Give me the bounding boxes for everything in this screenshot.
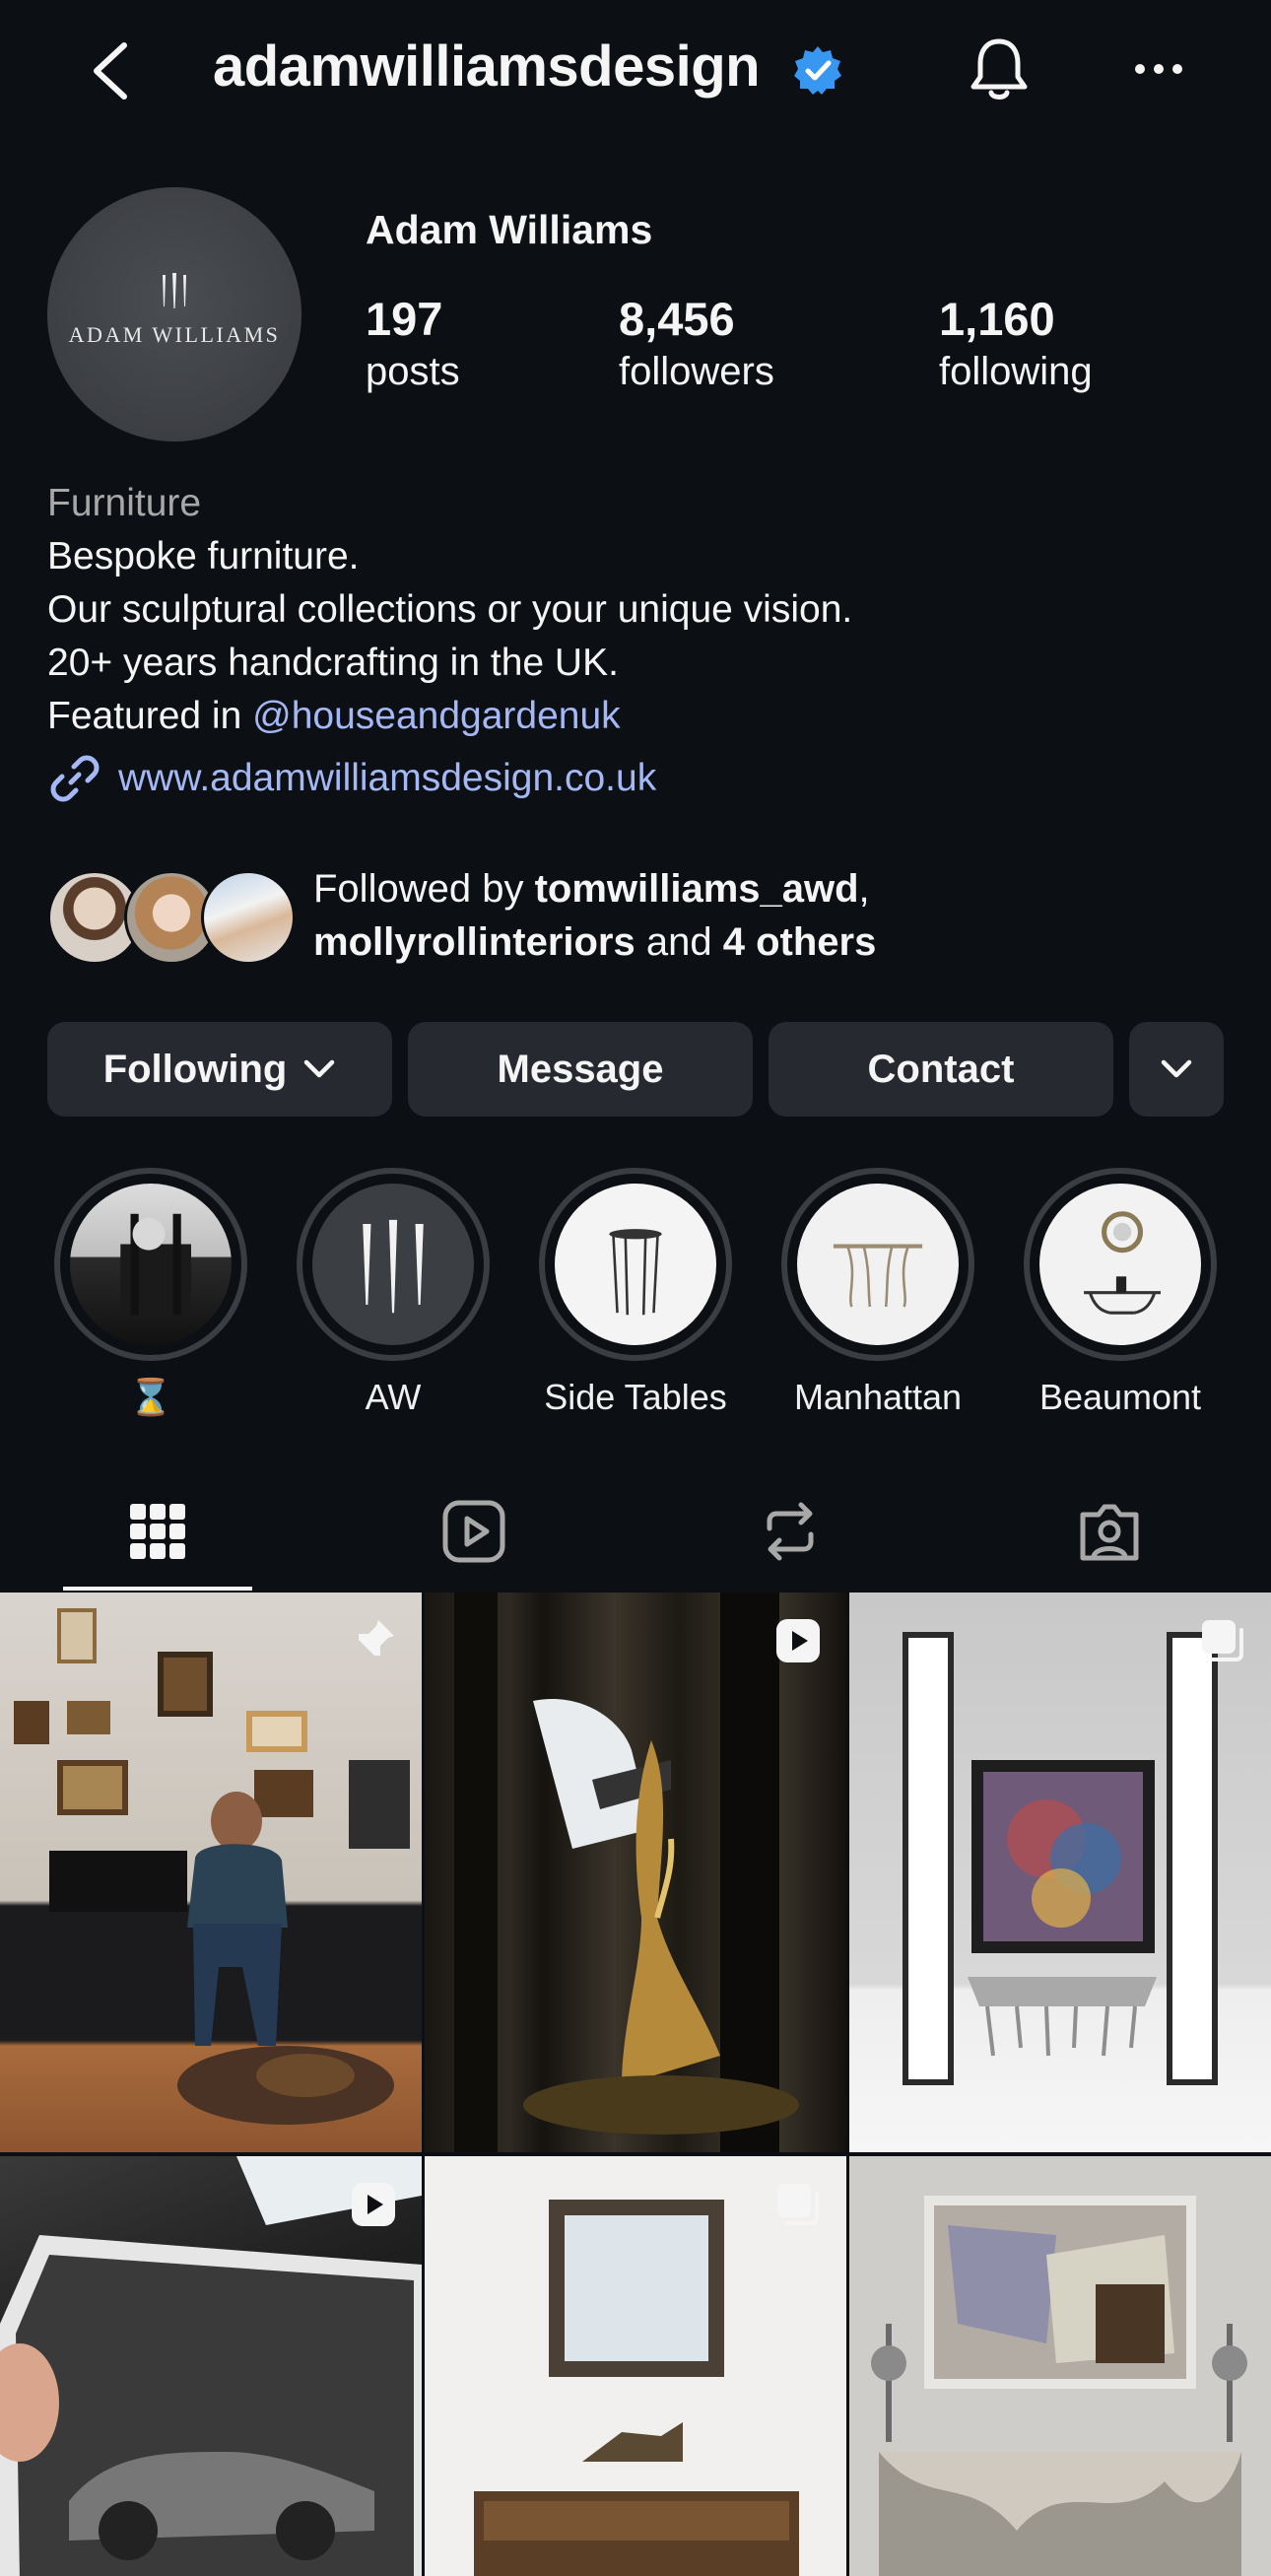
highlight-cover — [54, 1168, 247, 1361]
verified-badge-icon — [794, 46, 841, 95]
bio-line: Our sculptural collections or your uniqu… — [47, 588, 853, 631]
mutual-follower-avatar — [201, 870, 296, 965]
pinned-post-icon — [355, 1620, 394, 1660]
following-label: following — [939, 350, 1093, 393]
followed-by-prefix: Followed by — [313, 867, 535, 911]
website-link[interactable]: www.adamwilliamsdesign.co.uk — [47, 751, 656, 806]
post-thumbnail[interactable] — [849, 2156, 1271, 2576]
posts-label: posts — [366, 350, 460, 393]
repost-icon — [767, 1502, 814, 1561]
highlight-label: ⌛ — [128, 1377, 173, 1417]
active-tab-indicator — [63, 1587, 252, 1591]
contact-button-label: Contact — [867, 1047, 1015, 1091]
tab-reels[interactable] — [379, 1482, 569, 1581]
highlight-label: AW — [365, 1377, 422, 1417]
followers-count: 8,456 — [619, 293, 735, 345]
bio-category: Furniture — [47, 482, 202, 524]
highlight-item[interactable]: Manhattan — [781, 1168, 974, 1418]
followers-label: followers — [619, 350, 774, 393]
profile-avatar[interactable]: ADAM WILLIAMS — [47, 187, 301, 441]
highlight-item[interactable]: Beaumont — [1024, 1168, 1217, 1418]
display-name: Adam Williams — [366, 207, 653, 252]
highlight-item[interactable]: AW — [297, 1168, 490, 1418]
bio-line: Bespoke furniture. — [47, 535, 360, 577]
highlight-label: Manhattan — [793, 1377, 963, 1417]
carousel-icon — [777, 2184, 819, 2225]
bio-line: Featured in @houseandgardenuk — [47, 690, 852, 743]
avatar-brand-text: ADAM WILLIAMS — [68, 322, 281, 347]
followed-by-separator: , — [858, 867, 870, 911]
posts-stat[interactable]: 197 posts — [366, 292, 460, 396]
highlight-cover — [1024, 1168, 1217, 1361]
reel-play-icon — [352, 2183, 395, 2226]
following-stat[interactable]: 1,160 following — [939, 292, 1093, 396]
more-options-icon[interactable] — [1133, 61, 1184, 77]
tab-tagged[interactable] — [1015, 1482, 1204, 1581]
followed-by-text[interactable]: Followed by tomwilliams_awd, mollyrollin… — [313, 862, 876, 969]
followed-by-others: 4 others — [722, 920, 877, 964]
following-button-label: Following — [102, 1047, 288, 1091]
reels-icon — [442, 1500, 505, 1563]
post-thumbnail[interactable] — [425, 2156, 846, 2576]
brand-logo-mark — [163, 273, 186, 308]
mutual-follower-name: mollyrollinteriors — [313, 920, 636, 964]
chevron-down-icon — [304, 1059, 335, 1078]
posts-count: 197 — [366, 293, 443, 345]
highlight-item[interactable]: ⌛ — [54, 1168, 247, 1418]
highlight-label: Beaumont — [1038, 1377, 1202, 1417]
following-count: 1,160 — [939, 293, 1055, 345]
profile-bio: Furniture Bespoke furniture. Our sculptu… — [47, 477, 852, 743]
highlight-label: Side Tables — [544, 1377, 727, 1417]
contact-button[interactable]: Contact — [769, 1022, 1113, 1117]
bio-line: 20+ years handcrafting in the UK. — [47, 642, 619, 684]
mutual-follower-name: tomwilliams_awd — [534, 867, 859, 911]
grid-icon — [130, 1504, 185, 1559]
profile-username: adamwilliamsdesign — [213, 34, 761, 99]
message-button[interactable]: Message — [408, 1022, 753, 1117]
carousel-icon — [1202, 1620, 1243, 1661]
tagged-user-icon — [1080, 1504, 1139, 1561]
reel-play-icon — [776, 1619, 820, 1662]
bio-mention-link[interactable]: @houseandgardenuk — [252, 695, 621, 737]
highlight-cover — [539, 1168, 732, 1361]
chevron-down-icon — [1161, 1059, 1192, 1078]
highlight-item[interactable]: Side Tables — [539, 1168, 732, 1418]
profile-tabs — [0, 1472, 1271, 1591]
highlight-cover — [297, 1168, 490, 1361]
post-thumbnail[interactable] — [425, 1593, 846, 2152]
back-chevron-icon[interactable] — [87, 39, 136, 102]
followers-stat[interactable]: 8,456 followers — [619, 292, 774, 396]
tab-reposts[interactable] — [696, 1482, 885, 1581]
highlight-cover — [781, 1168, 974, 1361]
notifications-bell-icon[interactable] — [968, 35, 1031, 104]
suggested-accounts-button[interactable] — [1129, 1022, 1224, 1117]
post-thumbnail[interactable] — [0, 1593, 422, 2152]
message-button-label: Message — [497, 1047, 664, 1091]
bio-featured-prefix: Featured in — [47, 695, 253, 737]
post-thumbnail[interactable] — [849, 1593, 1271, 2152]
link-icon — [50, 755, 100, 802]
tab-posts-grid[interactable] — [63, 1482, 252, 1581]
top-bar: adamwilliamsdesign — [0, 0, 1271, 138]
following-button[interactable]: Following — [47, 1022, 392, 1117]
post-thumbnail[interactable] — [0, 2156, 422, 2576]
followed-by-and: and — [635, 920, 723, 964]
mutual-followers-avatars[interactable] — [47, 870, 296, 965]
website-url: www.adamwilliamsdesign.co.uk — [118, 757, 657, 799]
